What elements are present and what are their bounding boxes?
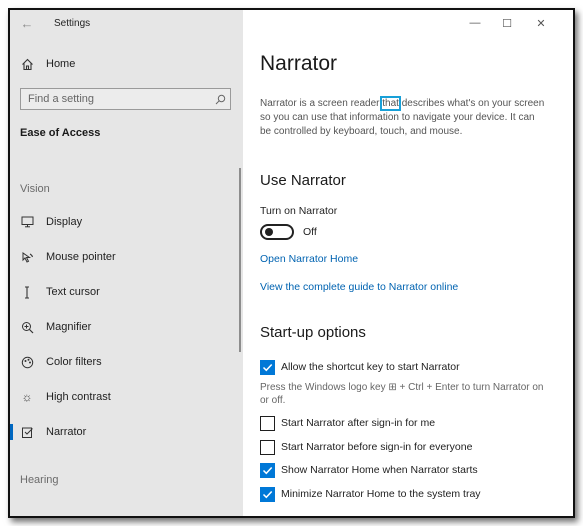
sidebar-item-label: High contrast — [46, 391, 111, 403]
sidebar-item-color-filters[interactable]: Color filters — [10, 348, 243, 376]
category-title: Ease of Access — [20, 127, 101, 139]
main-pane: — ☐ ✕ Narrator Narrator is a screen read… — [243, 10, 573, 516]
toggle-knob — [265, 228, 273, 236]
search-icon[interactable] — [210, 94, 230, 105]
home-icon — [20, 57, 34, 71]
display-icon — [20, 215, 34, 229]
search-box[interactable] — [20, 88, 231, 110]
sidebar: ← Settings Home Ease of Access Vision Di… — [10, 10, 243, 516]
sidebar-item-home[interactable]: Home — [10, 50, 243, 78]
option-label: Minimize Narrator Home to the system tra… — [281, 488, 481, 500]
minimize-home-option[interactable]: Minimize Narrator Home to the system tra… — [260, 486, 481, 502]
shortcut-key-option[interactable]: Allow the shortcut key to start Narrator — [260, 359, 460, 375]
sidebar-item-label: Display — [46, 216, 83, 228]
option-label: Start Narrator before sign-in for everyo… — [281, 441, 473, 453]
sidebar-item-narrator[interactable]: Narrator — [10, 418, 243, 446]
mouse-pointer-icon — [20, 250, 34, 264]
sidebar-item-high-contrast[interactable]: ☼ High contrast — [10, 383, 243, 411]
shortcut-key-checkbox[interactable] — [260, 359, 275, 375]
option-label: Start Narrator after sign-in for me — [281, 417, 436, 429]
sidebar-item-label: Color filters — [46, 356, 102, 368]
toggle-label: Turn on Narrator — [260, 205, 338, 217]
start-before-signin-option[interactable]: Start Narrator before sign-in for everyo… — [260, 439, 472, 455]
sidebar-item-label: Magnifier — [46, 321, 92, 333]
page-title: Narrator — [260, 52, 338, 75]
start-after-signin-option[interactable]: Start Narrator after sign-in for me — [260, 415, 435, 431]
show-home-checkbox[interactable] — [260, 462, 275, 478]
back-arrow-icon[interactable]: ← — [14, 10, 40, 36]
group-label-vision: Vision — [20, 183, 50, 195]
minimize-button[interactable]: — — [461, 14, 489, 32]
sidebar-item-label: Text cursor — [46, 286, 100, 298]
shortcut-help-text: Press the Windows logo key ⊞ + Ctrl + En… — [260, 382, 544, 406]
settings-window: ← Settings Home Ease of Access Vision Di… — [8, 8, 575, 518]
section-title-use-narrator: Use Narrator — [260, 172, 346, 189]
sidebar-item-label: Mouse pointer — [46, 251, 116, 263]
sidebar-item-label: Narrator — [46, 426, 87, 438]
close-button[interactable]: ✕ — [527, 14, 555, 32]
page-description: Narrator is a screen reader that describ… — [260, 96, 545, 139]
minimize-home-checkbox[interactable] — [260, 486, 275, 502]
start-before-signin-checkbox[interactable] — [260, 439, 275, 455]
sidebar-item-label: Home — [46, 58, 76, 70]
text-cursor-icon — [20, 285, 34, 299]
magnifier-icon — [20, 320, 34, 334]
maximize-button[interactable]: ☐ — [493, 14, 521, 32]
narrator-icon — [20, 425, 34, 439]
narrator-toggle[interactable] — [260, 224, 294, 240]
app-title: Settings — [54, 17, 91, 29]
color-filters-icon — [20, 355, 34, 369]
start-after-signin-checkbox[interactable] — [260, 415, 275, 431]
group-label-hearing: Hearing — [20, 474, 59, 486]
highlighted-word: that — [380, 96, 401, 111]
narrator-guide-link[interactable]: View the complete guide to Narrator onli… — [260, 281, 458, 293]
open-narrator-home-link[interactable]: Open Narrator Home — [260, 253, 358, 265]
search-input[interactable] — [21, 93, 210, 105]
section-title-startup: Start-up options — [260, 324, 366, 341]
high-contrast-icon: ☼ — [21, 390, 33, 404]
sidebar-item-text-cursor[interactable]: Text cursor — [10, 278, 243, 306]
option-label: Show Narrator Home when Narrator starts — [281, 464, 478, 476]
sidebar-scrollbar[interactable] — [239, 168, 241, 352]
sidebar-item-magnifier[interactable]: Magnifier — [10, 313, 243, 341]
show-home-option[interactable]: Show Narrator Home when Narrator starts — [260, 462, 478, 478]
sidebar-item-mouse-pointer[interactable]: Mouse pointer — [10, 243, 243, 271]
title-bar: ← Settings — [10, 10, 243, 36]
sidebar-item-display[interactable]: Display — [10, 208, 243, 236]
shortcut-key-label: Allow the shortcut key to start Narrator — [281, 361, 460, 373]
toggle-state: Off — [303, 226, 317, 238]
description-text: Narrator is a screen reader — [260, 98, 383, 109]
